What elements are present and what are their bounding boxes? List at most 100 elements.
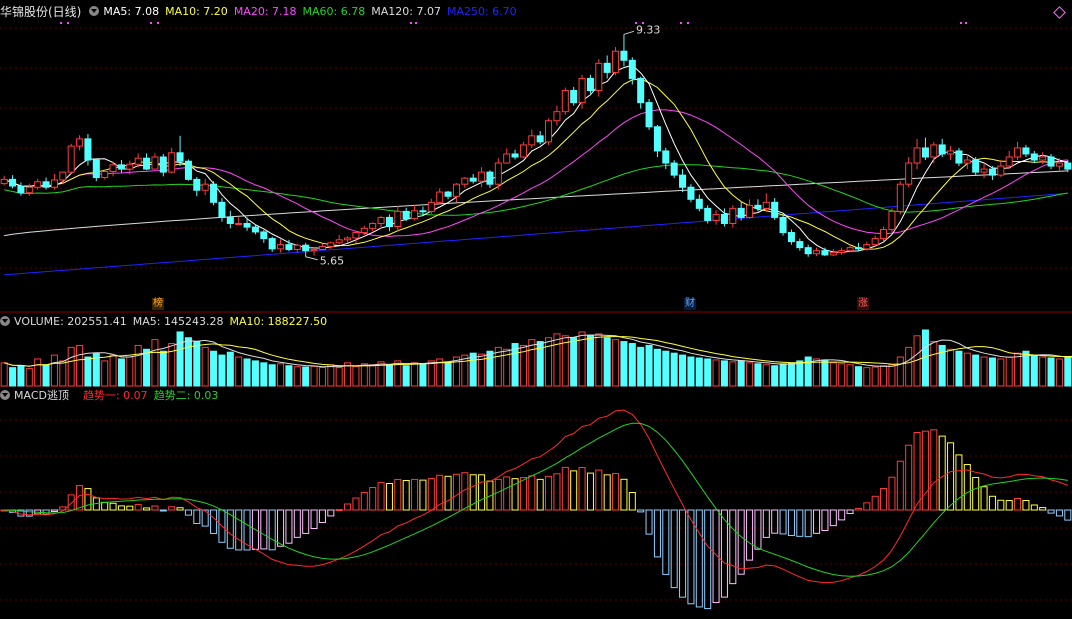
candle <box>168 152 176 173</box>
macd-histogram-bar <box>988 495 996 511</box>
marker-cai[interactable]: 财 <box>684 298 696 310</box>
candle <box>1005 156 1013 167</box>
volume-bar <box>310 365 318 387</box>
volume-bar <box>134 344 142 387</box>
macd-histogram-bar <box>779 509 787 535</box>
volume-bar <box>787 362 795 387</box>
candle <box>787 232 795 243</box>
macd-histogram-bar <box>578 467 586 511</box>
volume-bar <box>988 357 996 387</box>
volume-bar <box>461 354 469 387</box>
candle <box>804 247 812 255</box>
volume-bar <box>1047 357 1055 387</box>
volume-bar <box>746 362 754 387</box>
macd-histogram-bar <box>310 509 318 530</box>
macd-histogram-bar <box>637 509 645 513</box>
candle <box>620 50 628 61</box>
signal-dot <box>680 22 682 24</box>
signal-dot <box>60 22 62 24</box>
candle <box>402 210 410 220</box>
volume-bar <box>1005 356 1013 387</box>
candle <box>519 144 527 158</box>
marker-zhang[interactable]: 涨 <box>857 298 869 310</box>
candle <box>854 247 862 250</box>
candle <box>536 135 544 143</box>
macd-histogram-bar <box>545 475 553 511</box>
candle <box>653 126 661 152</box>
candle <box>737 207 745 218</box>
volume-bar <box>260 362 268 387</box>
candle <box>972 159 980 173</box>
candle <box>17 185 25 194</box>
candle <box>880 229 888 240</box>
candle <box>779 216 787 234</box>
volume-bar <box>17 365 25 387</box>
macd-histogram-bar <box>720 509 728 598</box>
volume-bar <box>595 333 603 387</box>
macd-dropdown-icon[interactable] <box>0 390 10 400</box>
macd-histogram-bar <box>235 509 243 551</box>
volume-bar <box>369 364 377 387</box>
macd-histogram-bar <box>997 499 1005 511</box>
volume-bar <box>947 348 955 387</box>
candle <box>746 204 754 218</box>
candle <box>268 238 276 250</box>
candle <box>1030 153 1038 161</box>
candle <box>645 102 653 128</box>
candle <box>0 178 8 185</box>
marker-bang[interactable]: 榜 <box>152 298 164 310</box>
volume-bar <box>687 356 695 387</box>
candle <box>285 244 293 250</box>
volume-bar <box>620 341 628 387</box>
volume-bar <box>411 362 419 387</box>
volume-bar <box>184 337 192 387</box>
candle <box>67 145 75 173</box>
candle <box>980 168 988 173</box>
volume-bar <box>76 344 84 387</box>
volume-bar <box>871 366 879 387</box>
volume-bar <box>1014 352 1022 387</box>
macd-histogram-bar <box>67 494 75 511</box>
candle <box>469 177 477 182</box>
macd-histogram-bar <box>369 487 377 511</box>
volume-bar <box>612 339 620 387</box>
volume-bar <box>318 366 326 387</box>
macd-histogram-bar <box>746 509 754 561</box>
candle <box>863 244 871 250</box>
candle <box>796 241 804 249</box>
volume-bar <box>720 360 728 387</box>
macd-histogram-bar <box>645 509 653 535</box>
macd-histogram-bar <box>913 431 921 511</box>
macd-histogram-bar <box>737 509 745 575</box>
candle <box>662 150 670 164</box>
candle <box>134 157 142 165</box>
signal-dot <box>150 22 152 24</box>
macd-histogram-bar <box>704 509 712 610</box>
volume-dropdown-icon[interactable] <box>0 316 10 326</box>
candle <box>545 120 553 143</box>
volume-bar <box>84 356 92 387</box>
macd-histogram-bar <box>662 509 670 575</box>
volume-bar <box>737 360 745 387</box>
volume-bar <box>176 331 184 387</box>
macd-histogram-bar <box>846 509 854 515</box>
volume-bar <box>360 363 368 387</box>
macd-histogram-bar <box>42 509 50 515</box>
macd-histogram-bar <box>947 442 955 511</box>
candle <box>997 165 1005 176</box>
volume-bar <box>771 365 779 387</box>
settings-dropdown-icon[interactable] <box>89 6 100 16</box>
legend-volume: VOLUME: 202551.41 <box>14 314 127 328</box>
volume-bar <box>293 366 301 387</box>
volume-bar <box>888 364 896 387</box>
volume-bar <box>712 359 720 387</box>
signal-dot <box>410 22 412 24</box>
volume-bar <box>210 350 218 387</box>
candle <box>260 231 268 240</box>
candle <box>59 171 67 181</box>
candle <box>151 156 159 170</box>
macd-histogram-bar <box>854 508 862 511</box>
candle <box>226 216 234 224</box>
macd-trend-two-line <box>4 422 1068 577</box>
candle <box>838 250 846 253</box>
